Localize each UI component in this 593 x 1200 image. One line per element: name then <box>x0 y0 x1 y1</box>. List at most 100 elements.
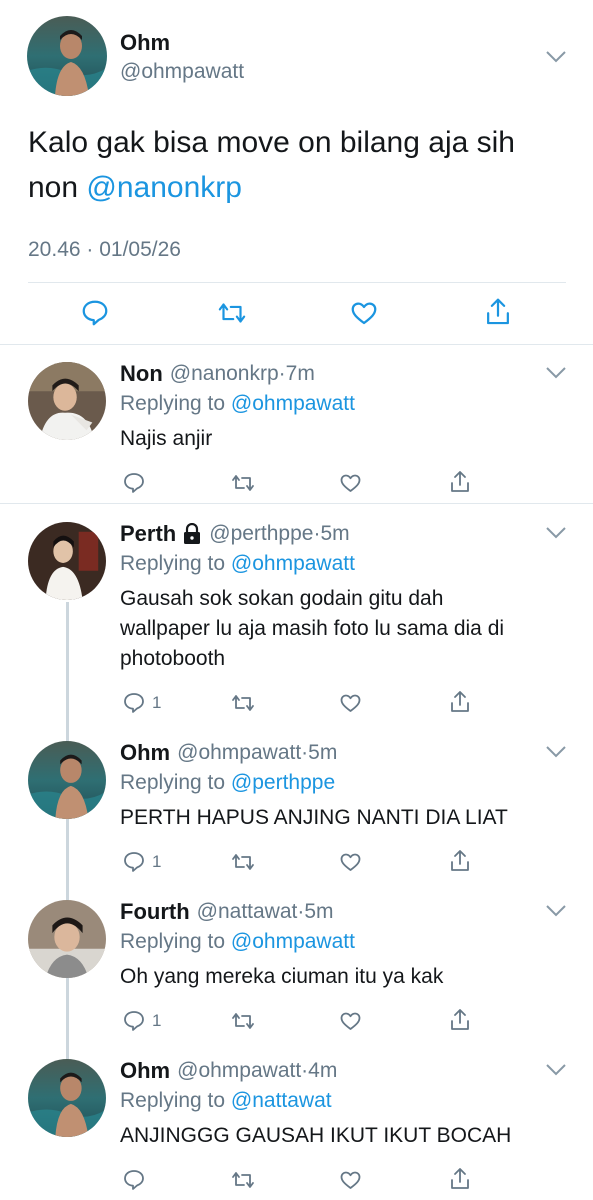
like-icon <box>340 474 361 492</box>
author-handle[interactable]: @perthppe <box>209 522 313 546</box>
replying-label: Replying to <box>120 552 226 575</box>
mention-link[interactable]: @ohmpawatt <box>231 930 355 953</box>
share-button[interactable] <box>448 469 472 495</box>
replying-label: Replying to <box>120 771 226 794</box>
retweet-icon <box>232 1013 254 1029</box>
retweet-button[interactable] <box>229 691 257 715</box>
like-button[interactable] <box>349 298 379 328</box>
avatar[interactable] <box>28 900 106 978</box>
share-button[interactable] <box>448 689 472 715</box>
like-icon <box>340 1171 361 1189</box>
author-name[interactable]: Perth <box>120 521 176 547</box>
share-button[interactable] <box>448 848 472 874</box>
reply-icon <box>82 300 108 326</box>
reply-text-line: ANJINGGG GAUSAH IKUT IKUT BOCAH <box>120 1124 512 1147</box>
author-handle[interactable]: @ohmpawatt <box>120 60 244 84</box>
retweet-icon <box>232 854 254 870</box>
divider <box>28 282 566 283</box>
reply-icon <box>124 693 144 713</box>
reply-header: Ohm @ohmpawatt ·4m <box>120 1058 337 1084</box>
chevron-down-icon[interactable] <box>545 745 567 759</box>
mention-link[interactable]: @ohmpawatt <box>231 392 355 415</box>
replying-label: Replying to <box>120 392 226 415</box>
share-icon <box>487 298 509 325</box>
reply-button[interactable]: 1 <box>122 1009 161 1033</box>
reply-button[interactable] <box>80 298 110 328</box>
share-button[interactable] <box>448 1166 472 1192</box>
reply-header: Perth @perthppe ·5m <box>120 521 350 547</box>
retweet-button[interactable] <box>215 298 249 328</box>
tweet-text: Kalo gak bisa move on bilang aja sih non… <box>28 120 578 210</box>
author-name[interactable]: Fourth <box>120 899 190 925</box>
chevron-down-icon[interactable] <box>545 904 567 918</box>
share-icon <box>451 850 469 871</box>
chevron-down-icon[interactable] <box>545 366 567 380</box>
like-button[interactable] <box>338 1168 363 1192</box>
chevron-down-icon[interactable] <box>545 1063 567 1077</box>
retweet-icon <box>218 303 246 323</box>
like-icon <box>351 302 377 325</box>
author-name[interactable]: Ohm <box>120 1058 170 1084</box>
retweet-button[interactable] <box>229 1009 257 1033</box>
retweet-button[interactable] <box>229 1168 257 1192</box>
reply-count: 1 <box>152 1011 162 1030</box>
author-name[interactable]: Non <box>120 361 163 387</box>
author-handle[interactable]: @ohmpawatt <box>177 1059 301 1083</box>
replying-to: Replying to @ohmpawatt <box>120 392 355 416</box>
share-icon <box>451 691 469 712</box>
replying-label: Replying to <box>120 930 226 953</box>
reply-text-line: photobooth <box>120 647 226 670</box>
tweet-timestamp: 20.46 · 01/05/26 <box>28 238 181 261</box>
avatar[interactable] <box>28 741 106 819</box>
like-button[interactable] <box>338 1009 363 1033</box>
reply-text-line: Najis anjir <box>120 427 213 450</box>
share-icon <box>451 1009 469 1030</box>
share-button[interactable] <box>448 1007 472 1033</box>
retweet-icon <box>232 475 254 491</box>
author-handle[interactable]: @ohmpawatt <box>177 741 301 765</box>
like-button[interactable] <box>338 691 363 715</box>
reply-button[interactable] <box>122 1168 152 1192</box>
mention-link[interactable]: @ohmpawatt <box>231 552 355 575</box>
share-icon <box>451 1168 469 1189</box>
thread-line <box>66 602 69 1060</box>
author-name[interactable]: Ohm <box>120 740 170 766</box>
reply-text-line: wallpaper lu aja masih foto lu sama dia … <box>120 617 505 640</box>
like-icon <box>340 1012 361 1030</box>
reply-button[interactable]: 1 <box>122 691 161 715</box>
reply-button[interactable]: 1 <box>122 850 161 874</box>
replying-to: Replying to @ohmpawatt <box>120 552 355 576</box>
like-button[interactable] <box>338 850 363 874</box>
reply-count: 1 <box>152 852 162 871</box>
mention-link[interactable]: @nattawat <box>231 1089 332 1112</box>
reply-time: ·5m <box>301 741 338 764</box>
mention-link[interactable]: @nanonkrp <box>86 171 242 204</box>
divider <box>0 344 593 345</box>
reply-time: ·7m <box>278 362 315 385</box>
author-name[interactable]: Ohm <box>120 30 170 56</box>
tweet-text-line: Kalo gak bisa move on bilang aja sih <box>28 126 515 159</box>
retweet-icon <box>232 695 254 711</box>
share-button[interactable] <box>483 296 513 328</box>
reply-icon <box>124 1011 144 1031</box>
reply-time: ·5m <box>313 522 350 545</box>
author-handle[interactable]: @nattawat <box>197 900 298 924</box>
retweet-button[interactable] <box>229 850 257 874</box>
chevron-down-icon[interactable] <box>545 50 567 64</box>
lock-icon <box>182 523 202 545</box>
tweet-text-line: non <box>28 171 79 204</box>
avatar[interactable] <box>28 522 106 600</box>
chevron-down-icon[interactable] <box>545 526 567 540</box>
reply-text-line: PERTH HAPUS ANJING NANTI DIA LIAT <box>120 806 508 829</box>
reply-icon <box>124 473 144 493</box>
retweet-icon <box>232 1172 254 1188</box>
avatar[interactable] <box>28 362 106 440</box>
avatar[interactable] <box>27 16 107 96</box>
like-icon <box>340 853 361 871</box>
like-button[interactable] <box>338 471 363 495</box>
retweet-button[interactable] <box>229 471 257 495</box>
author-handle[interactable]: @nanonkrp <box>170 362 279 386</box>
mention-link[interactable]: @perthppe <box>231 771 335 794</box>
avatar[interactable] <box>28 1059 106 1137</box>
reply-button[interactable] <box>122 471 152 495</box>
